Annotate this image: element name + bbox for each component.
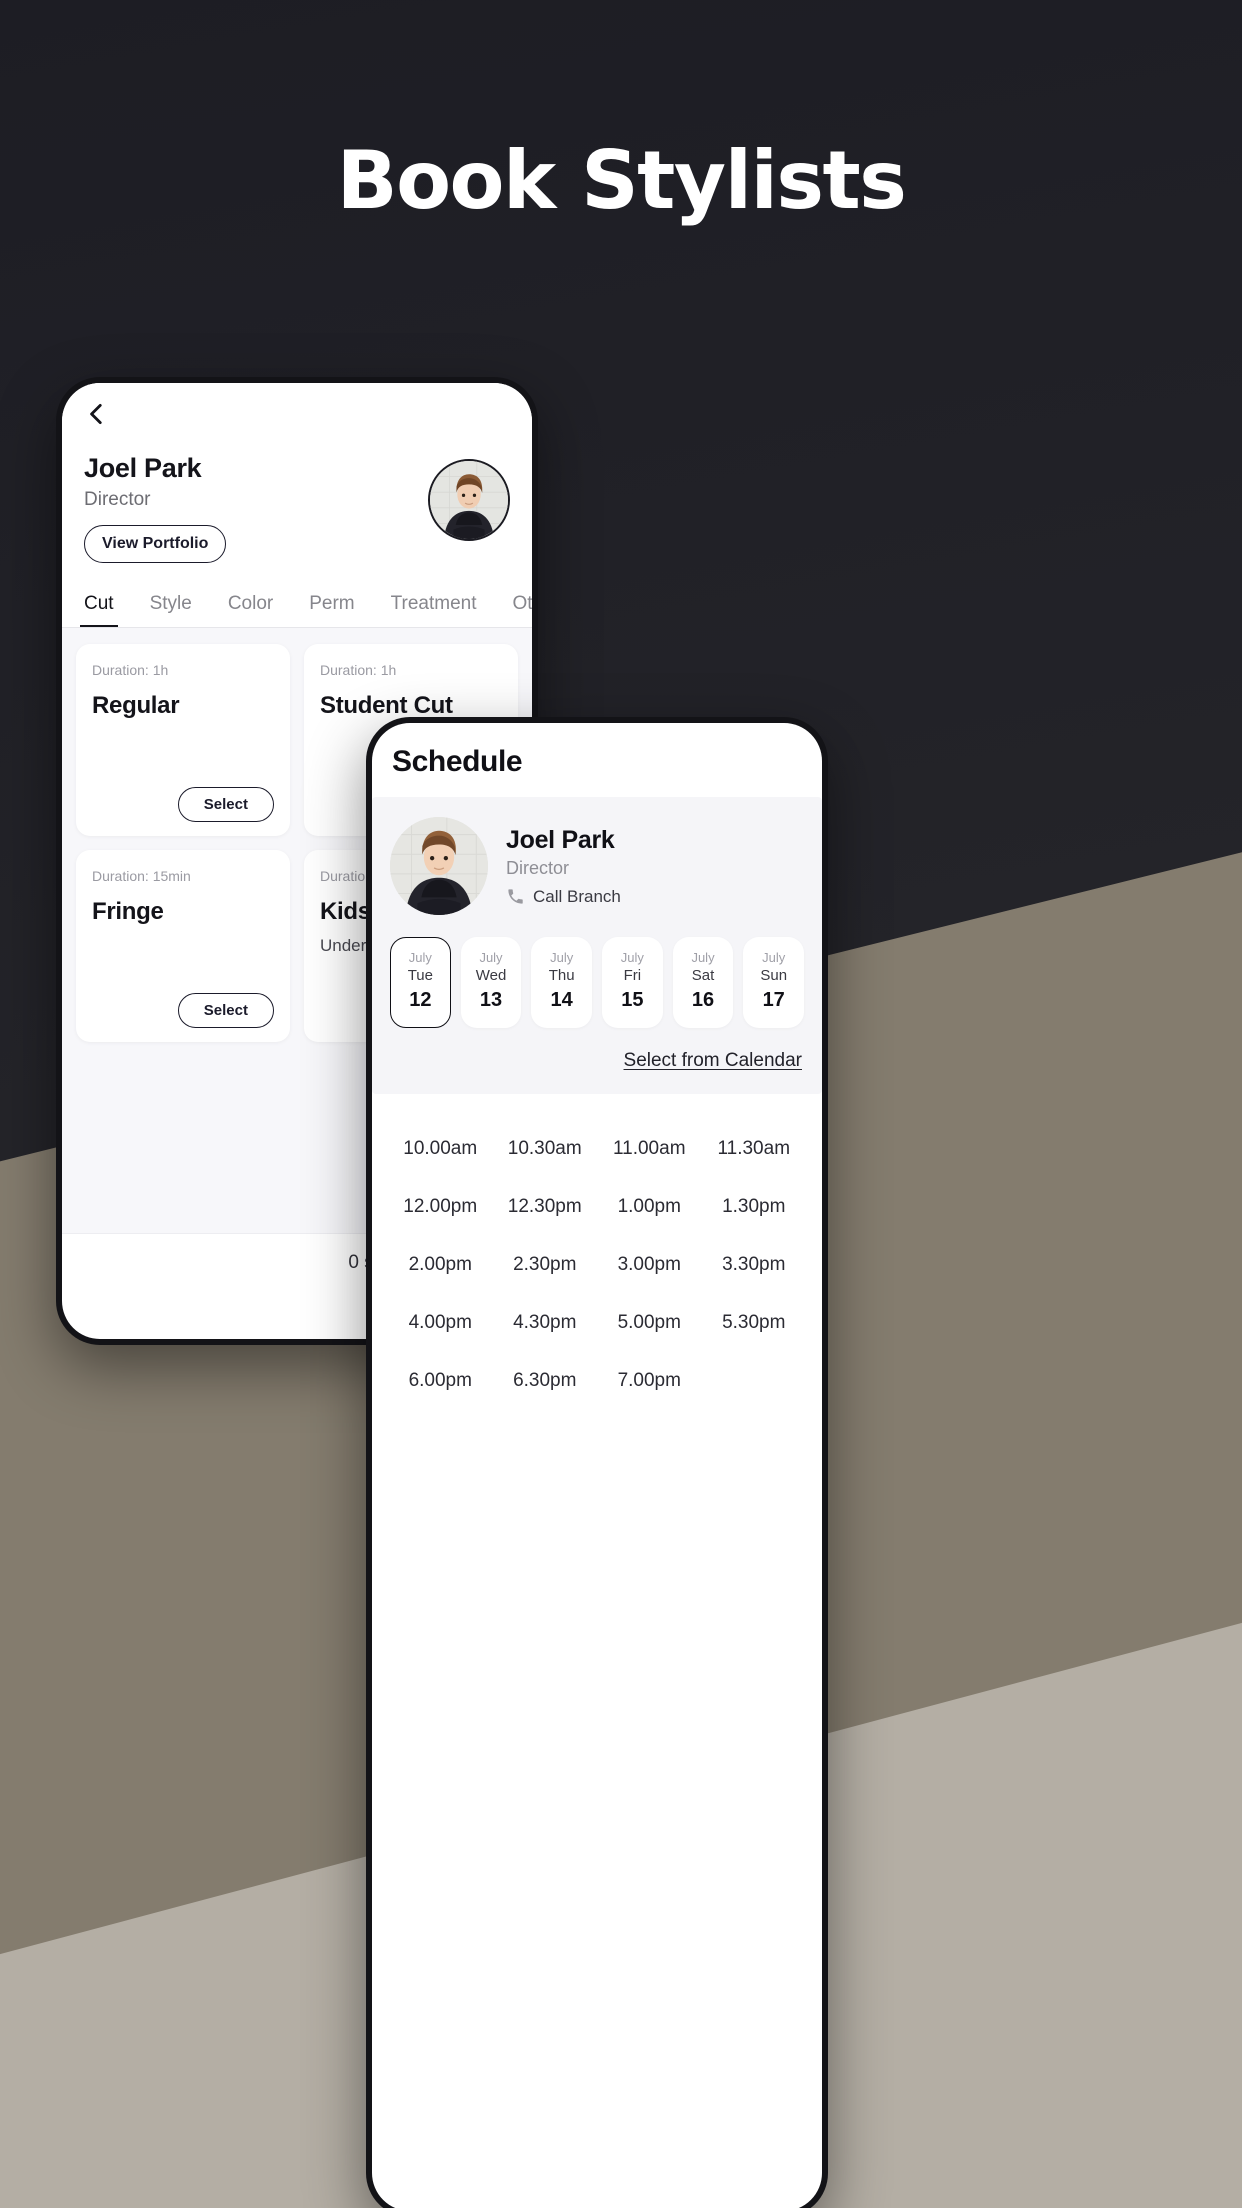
schedule-title: Schedule [392,745,523,778]
service-card[interactable]: Duration: 1h Regular Select [76,644,290,836]
call-branch-button[interactable]: Call Branch [506,887,621,907]
time-slot[interactable]: 12.00pm [390,1196,491,1218]
tab-perm[interactable]: Perm [309,593,354,627]
schedule-stylist-profile: Joel Park Director Call Branch [390,817,804,915]
date-number: 15 [621,988,644,1011]
date-weekday: Tue [407,967,433,985]
stylist-role: Director [84,489,151,510]
date-number: 12 [409,988,432,1011]
date-month: July [620,950,644,965]
date-picker-row: July Tue 12 July Wed 13 July Thu 14 July… [390,937,805,1028]
time-slot[interactable]: 11.00am [599,1138,700,1160]
time-slot[interactable]: 2.30pm [495,1254,596,1276]
schedule-screen: Schedule Joel Park Director Call Branch … [372,723,822,2208]
stylist-portrait-icon [430,461,508,539]
time-slot-grid: 10.00am 10.30am 11.00am 11.30am 12.00pm … [372,1093,822,1392]
call-branch-label: Call Branch [533,886,621,906]
date-chip-12[interactable]: July Tue 12 [390,937,451,1028]
tab-treatment[interactable]: Treatment [391,593,477,627]
date-month: July [408,950,432,965]
phone-icon [506,887,525,906]
time-slot[interactable]: 6.30pm [495,1370,596,1392]
time-slot[interactable]: 4.30pm [495,1312,596,1334]
service-duration: Duration: 1h [92,662,169,678]
date-weekday: Fri [623,967,642,985]
time-slot[interactable]: 2.00pm [390,1254,491,1276]
stylist-avatar [428,459,510,541]
service-title: Fringe [92,898,164,925]
date-weekday: Sun [760,967,788,985]
tab-others[interactable]: Others [513,593,532,627]
date-weekday: Wed [475,967,507,985]
select-button[interactable]: Select [177,787,274,822]
stylist-role: Director [506,857,570,878]
date-month: July [550,950,574,965]
stylist-portrait-icon [390,817,488,915]
stylist-info: Joel Park Director View Portfolio [84,453,227,563]
time-slot[interactable]: 1.30pm [704,1196,805,1218]
time-slot[interactable]: 3.30pm [704,1254,805,1276]
service-duration: Duration: 1h [320,662,397,678]
time-slot[interactable]: 10.00am [390,1138,491,1160]
phone-mockup-schedule: Schedule Joel Park Director Call Branch … [366,717,828,2208]
chevron-left-icon[interactable] [84,401,510,427]
service-card-footer: Select [92,787,274,822]
date-chip-13[interactable]: July Wed 13 [460,937,522,1028]
time-slot[interactable]: 4.00pm [390,1312,491,1334]
date-weekday: Sat [691,967,715,985]
promo-screenshot: Book Stylists Joel Park Director View Po… [0,0,1242,2208]
service-duration: Duration: 15min [92,868,191,884]
date-month: July [691,950,715,965]
time-slot[interactable]: 12.30pm [495,1196,596,1218]
stylist-name: Joel Park [506,825,615,854]
time-slot[interactable]: 11.30am [704,1138,805,1160]
select-from-calendar-link[interactable]: Select from Calendar [624,1050,802,1072]
page-title: Book Stylists [336,134,907,227]
stylist-profile: Joel Park Director View Portfolio [62,427,532,563]
stylist-name: Joel Park [84,453,202,483]
date-chip-15[interactable]: July Fri 15 [602,937,663,1028]
time-slot[interactable]: 5.30pm [704,1312,805,1334]
service-card-footer: Select [92,993,274,1028]
date-number: 14 [550,988,573,1011]
time-slot[interactable]: 1.00pm [599,1196,700,1218]
tab-cut[interactable]: Cut [80,593,118,627]
time-slot[interactable]: 6.00pm [390,1370,491,1392]
time-slot[interactable]: 7.00pm [599,1370,700,1392]
calendar-link-row: Select from Calendar [390,1028,804,1074]
date-chip-14[interactable]: July Thu 14 [531,937,593,1028]
tab-color[interactable]: Color [228,593,273,627]
date-chip-16[interactable]: July Sat 16 [672,937,734,1028]
tab-style[interactable]: Style [150,593,192,627]
time-slot[interactable]: 5.00pm [599,1312,700,1334]
date-number: 17 [762,988,785,1011]
time-slot[interactable]: 3.00pm [599,1254,700,1276]
select-button[interactable]: Select [177,993,274,1028]
service-category-tabs: Cut Style Color Perm Treatment Others [62,563,532,628]
view-portfolio-button[interactable]: View Portfolio [84,525,227,563]
service-title: Regular [92,692,180,719]
services-topbar [62,383,532,427]
schedule-stylist-info: Joel Park Director Call Branch [506,826,621,907]
date-number: 16 [691,988,715,1011]
date-weekday: Thu [548,967,575,985]
date-month: July [479,950,503,965]
service-title: Student Cut [320,692,453,719]
service-card[interactable]: Duration: 15min Fringe Select [76,850,290,1042]
date-month: July [762,950,786,965]
time-slot[interactable]: 10.30am [495,1138,596,1160]
date-number: 13 [479,988,503,1011]
schedule-header-panel: Joel Park Director Call Branch July Tue … [372,797,822,1094]
stylist-avatar [390,817,488,915]
date-chip-17[interactable]: July Sun 17 [743,937,805,1028]
